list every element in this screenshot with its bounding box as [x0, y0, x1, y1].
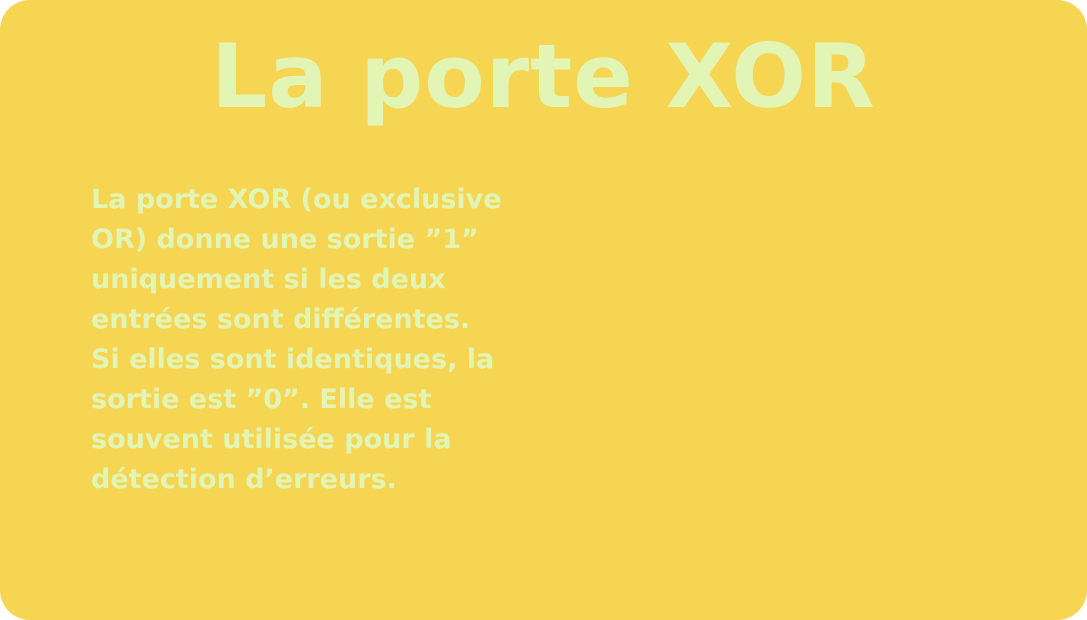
slide-title: La porte XOR — [211, 25, 876, 128]
slide-card: La porte XOR La porte XOR (ou exclusive … — [0, 0, 1087, 620]
slide-body-text: La porte XOR (ou exclusive OR) donne une… — [91, 184, 502, 495]
